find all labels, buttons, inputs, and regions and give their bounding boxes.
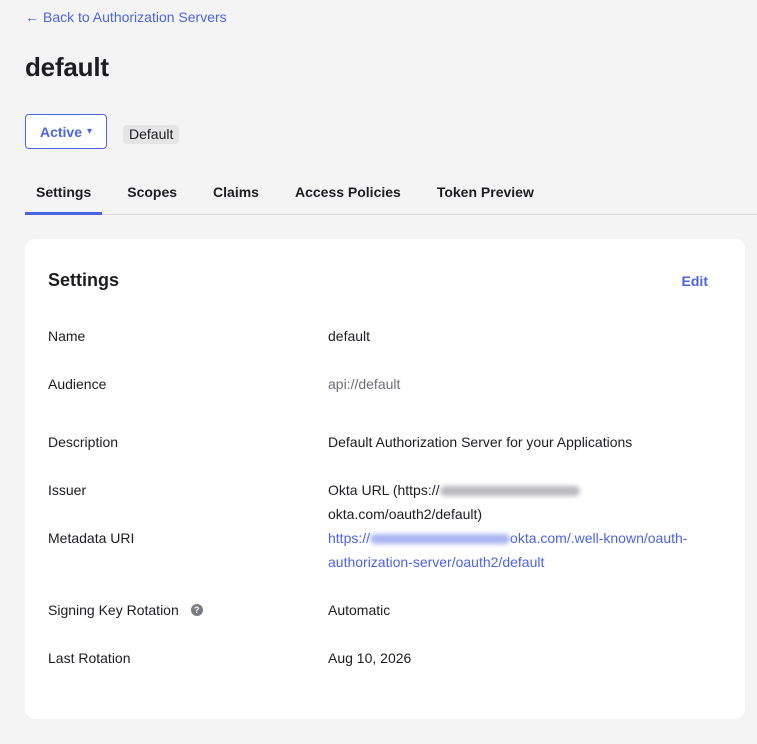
back-to-authorization-servers-link[interactable]: ← Back to Authorization Servers xyxy=(25,9,227,25)
help-icon[interactable]: ? xyxy=(190,604,203,616)
status-dropdown-button[interactable]: Active ▾ xyxy=(25,114,107,149)
settings-card-title: Settings xyxy=(48,270,120,290)
tab-settings[interactable]: Settings xyxy=(25,178,103,215)
tab-token-preview[interactable]: Token Preview xyxy=(426,178,545,214)
name-label: Name xyxy=(48,328,86,344)
metadata-uri-prefix: https:// xyxy=(328,530,371,546)
issuer-prefix: Okta URL (https:// xyxy=(328,482,440,498)
description-label: Description xyxy=(48,434,119,450)
tab-scopes[interactable]: Scopes xyxy=(116,178,188,214)
signing-key-rotation-value: Automatic xyxy=(328,602,391,618)
metadata-uri-link[interactable]: https://okta.com/.well-known/oauth-autho… xyxy=(328,526,718,574)
tab-access-policies[interactable]: Access Policies xyxy=(284,178,412,214)
redacted-domain xyxy=(439,486,580,497)
settings-card: Settings Edit Name default Audience api:… xyxy=(25,239,745,719)
audience-label: Audience xyxy=(48,376,107,392)
last-rotation-value: Aug 10, 2026 xyxy=(328,650,412,666)
last-rotation-label: Last Rotation xyxy=(48,650,131,666)
redacted-domain xyxy=(370,534,511,545)
tab-bar: Settings Scopes Claims Access Policies T… xyxy=(25,178,757,215)
caret-down-icon: ▾ xyxy=(87,126,93,137)
issuer-value: Okta URL (https:// okta.com/oauth2/defaul… xyxy=(328,478,718,526)
page-title: default xyxy=(25,52,109,82)
arrow-left-icon: ← xyxy=(25,9,39,25)
tab-claims[interactable]: Claims xyxy=(202,178,270,214)
audience-value: api://default xyxy=(328,376,401,392)
metadata-uri-label: Metadata URI xyxy=(48,530,135,546)
default-badge: Default xyxy=(123,125,180,144)
issuer-label: Issuer xyxy=(48,482,87,498)
issuer-suffix: okta.com/oauth2/default) xyxy=(328,506,483,522)
back-link-label: Back to Authorization Servers xyxy=(43,9,227,25)
signing-key-rotation-label-wrap: Signing Key Rotation ? xyxy=(48,598,203,622)
description-value: Default Authorization Server for your Ap… xyxy=(328,434,633,450)
edit-button[interactable]: Edit xyxy=(682,273,708,289)
name-value: default xyxy=(328,328,371,344)
signing-key-rotation-label: Signing Key Rotation xyxy=(48,602,179,618)
status-label: Active xyxy=(39,123,82,140)
